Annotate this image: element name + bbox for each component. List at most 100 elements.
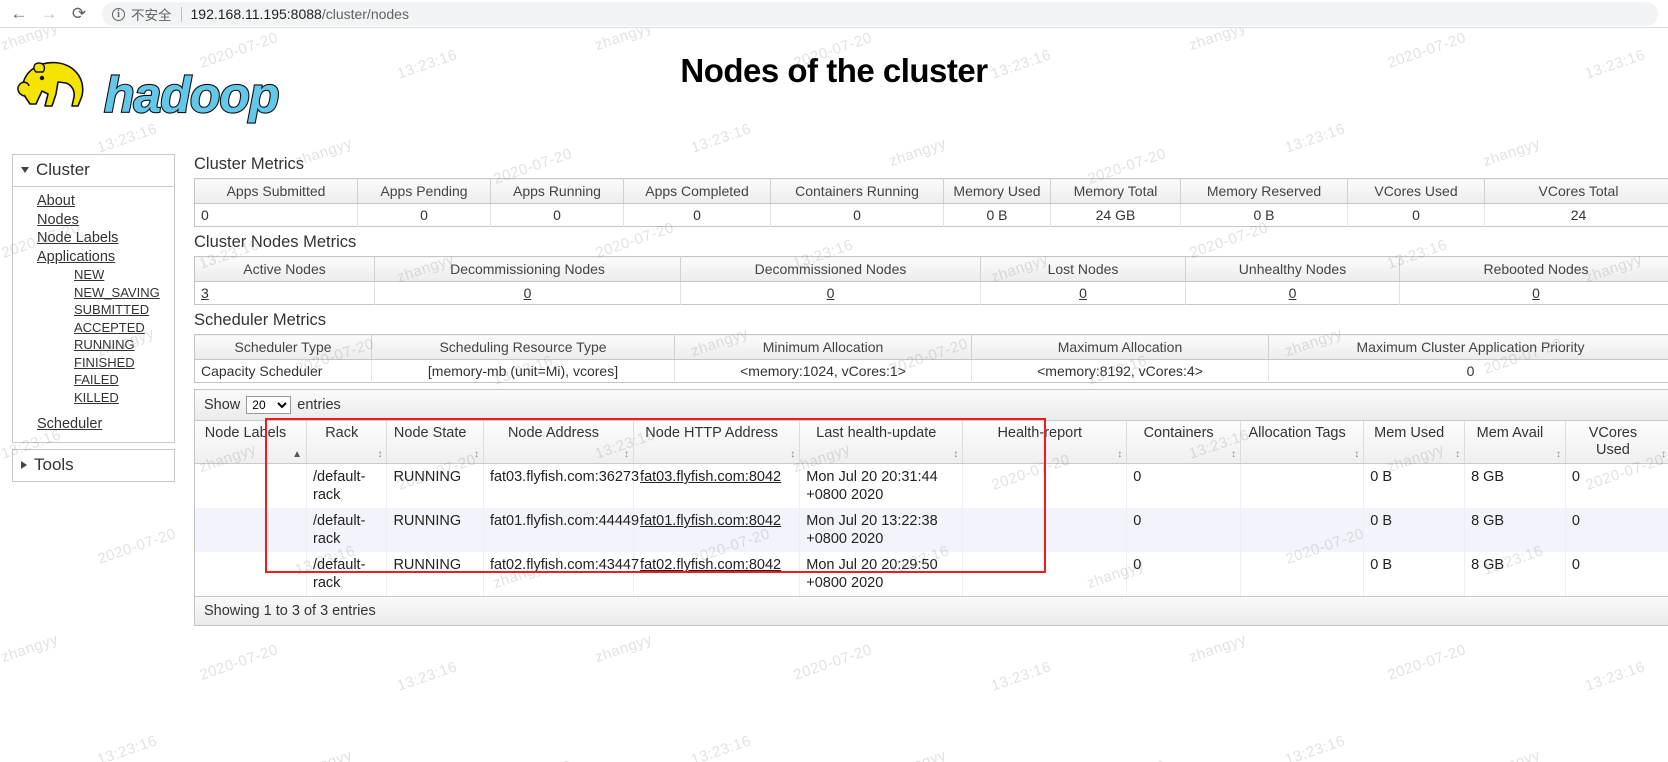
sidebar-appstate-submitted[interactable]: SUBMITTED — [13, 301, 174, 319]
cell-health-report — [962, 508, 1128, 552]
td-memory-total: 24 GB — [1050, 203, 1181, 227]
cell-containers: 0 — [1126, 463, 1241, 508]
table-row: /default-rack RUNNING fat01.flyfish.com:44… — [195, 508, 1668, 552]
site-info-icon[interactable]: i — [112, 7, 125, 21]
th-label-rack: Rack — [325, 425, 359, 441]
reload-icon[interactable]: ⟳ — [64, 2, 94, 26]
sidebar-item-about[interactable]: About — [13, 192, 174, 211]
watermark-text: zhangyy — [0, 630, 61, 667]
sidebar-appstate-killed[interactable]: KILLED — [13, 389, 174, 407]
th-health-report[interactable]: Health-report ↕ — [962, 421, 1128, 464]
th-vcores-used[interactable]: VCores Used ↕ — [1565, 421, 1668, 464]
sort-both-icon: ↕ — [624, 449, 630, 460]
cluster-nodes-metrics-table: Active Nodes Decommissioning Nodes Decom… — [194, 256, 1668, 305]
sidebar-appstate-running[interactable]: RUNNING — [13, 336, 174, 354]
sidebar-appstate-new[interactable]: NEW — [13, 266, 174, 284]
cell-node-http-address: fat01.flyfish.com:8042 — [633, 508, 801, 552]
cell-containers: 0 — [1126, 508, 1241, 552]
sidebar-item-scheduler[interactable]: Scheduler — [13, 415, 174, 434]
sidebar-tools-header[interactable]: Tools — [13, 450, 174, 481]
th-mem-avail[interactable]: Mem Avail ↕ — [1464, 421, 1566, 464]
chevron-down-icon — [21, 167, 29, 173]
th-label-mem-avail: Mem Avail — [1476, 425, 1544, 441]
th-maximum-allocation: Maximum Allocation — [971, 334, 1269, 360]
th-last-health-update[interactable]: Last health-update ↕ — [799, 421, 964, 464]
td-lost-nodes: 0 — [980, 281, 1186, 305]
th-label-containers: Containers — [1143, 425, 1214, 441]
th-node-labels[interactable]: Node Labels ▲ — [195, 421, 308, 464]
watermark-text: 2020-07-20 — [95, 525, 179, 568]
cluster-metrics-value-row: 0 0 0 0 0 0 B 24 GB 0 B 0 24 — [194, 203, 1668, 227]
link-rebooted-nodes[interactable]: 0 — [1532, 285, 1540, 301]
td-scheduling-resource-type: [memory-mb (unit=Mi), vcores] — [371, 359, 675, 383]
cell-node-state: RUNNING — [386, 508, 484, 552]
link-decommissioned-nodes[interactable]: 0 — [827, 285, 835, 301]
td-scheduler-type: Capacity Scheduler — [194, 359, 372, 383]
td-minimum-allocation: <memory:1024, vCores:1> — [674, 359, 972, 383]
node-http-address-link[interactable]: fat01.flyfish.com:8042 — [640, 513, 781, 529]
sidebar-item-nodes[interactable]: Nodes — [13, 211, 174, 230]
watermark-text: 13:23:16 — [688, 120, 754, 157]
sort-both-icon: ↕ — [790, 449, 796, 460]
td-decommissioning-nodes: 0 — [374, 281, 681, 305]
link-active-nodes[interactable]: 3 — [201, 285, 209, 301]
back-arrow-icon[interactable]: ← — [4, 2, 34, 26]
sort-both-icon: ↕ — [1661, 449, 1666, 460]
th-decommissioning-nodes: Decommissioning Nodes — [374, 256, 681, 282]
cell-node-address: fat02.flyfish.com:43447 — [483, 552, 639, 596]
node-http-address-link[interactable]: fat02.flyfish.com:8042 — [640, 557, 781, 573]
page-title: Nodes of the cluster — [680, 52, 988, 89]
node-http-address-link[interactable]: fat03.flyfish.com:8042 — [640, 469, 781, 485]
sidebar-appstate-accepted[interactable]: ACCEPTED — [13, 319, 174, 337]
entries-per-page-select[interactable]: 204060100 — [246, 396, 292, 414]
link-unhealthy-nodes[interactable]: 0 — [1289, 285, 1297, 301]
cluster-metrics-header-row: Apps Submitted Apps Pending Apps Running… — [194, 178, 1668, 204]
th-containers[interactable]: Containers ↕ — [1126, 421, 1241, 464]
th-rack[interactable]: Rack ↕ — [306, 421, 388, 464]
cluster-metrics-title: Cluster Metrics — [194, 155, 305, 173]
security-label: 不安全 — [131, 8, 172, 23]
cell-last-health-update: Mon Jul 20 13:22:38 +0800 2020 — [799, 508, 964, 552]
th-minimum-allocation: Minimum Allocation — [674, 334, 972, 360]
sidebar-item-applications[interactable]: Applications — [13, 248, 174, 267]
td-vcores-used: 0 — [1347, 203, 1485, 227]
link-decommissioning-nodes[interactable]: 0 — [524, 285, 532, 301]
watermark-text: 13:23:16 — [688, 732, 754, 762]
sidebar-appstate-new-saving[interactable]: NEW_SAVING — [13, 284, 174, 302]
th-mem-used[interactable]: Mem Used ↕ — [1363, 421, 1466, 464]
sort-asc-icon: ▲ — [292, 449, 303, 460]
sidebar-item-node-labels[interactable]: Node Labels — [13, 229, 174, 248]
th-node-address[interactable]: Node Address ↕ — [483, 421, 635, 464]
th-unhealthy-nodes: Unhealthy Nodes — [1185, 256, 1400, 282]
scheduler-metrics-header-row: Scheduler Type Scheduling Resource Type … — [194, 334, 1668, 360]
watermark-text: zhangyy — [1186, 630, 1249, 667]
sort-both-icon: ↕ — [1117, 449, 1123, 460]
th-label-health-report: Health-report — [997, 425, 1083, 441]
th-maximum-cluster-application-priority: Maximum Cluster Application Priority — [1268, 334, 1668, 360]
th-node-state[interactable]: Node State ↕ — [386, 421, 484, 464]
main-content: Cluster Metrics Apps Submitted Apps Pend… — [194, 154, 1668, 626]
link-lost-nodes[interactable]: 0 — [1079, 285, 1087, 301]
th-apps-completed: Apps Completed — [623, 178, 771, 204]
td-apps-running: 0 — [490, 203, 624, 227]
sort-both-icon: ↕ — [953, 449, 959, 460]
scheduler-metrics-title: Scheduler Metrics — [194, 311, 327, 329]
sidebar-appstate-failed[interactable]: FAILED — [13, 371, 174, 389]
th-allocation-tags[interactable]: Allocation Tags ↕ — [1240, 421, 1365, 464]
cell-allocation-tags — [1240, 508, 1365, 552]
cell-health-report — [962, 552, 1128, 596]
th-memory-reserved: Memory Reserved — [1180, 178, 1348, 204]
cell-mem-avail: 8 GB — [1464, 463, 1566, 508]
chevron-right-icon — [21, 460, 27, 469]
address-bar[interactable]: i 不安全 192.168.11.195:8088/cluster/nodes — [102, 2, 1658, 26]
sidebar-panel-tools: Tools — [12, 448, 175, 482]
watermark-text: 13:23:16 — [988, 658, 1054, 695]
th-node-http-address[interactable]: Node HTTP Address ↕ — [633, 421, 801, 464]
forward-arrow-icon[interactable]: → — [34, 2, 64, 26]
watermark-text: 13:23:16 — [1282, 120, 1348, 157]
sidebar-cluster-header[interactable]: Cluster — [13, 155, 174, 187]
watermark-text: zhangyy — [887, 747, 949, 762]
watermark-text: 2020-07-20 — [791, 641, 875, 684]
cell-mem-used: 0 B — [1363, 463, 1466, 508]
sidebar-appstate-finished[interactable]: FINISHED — [13, 354, 174, 372]
